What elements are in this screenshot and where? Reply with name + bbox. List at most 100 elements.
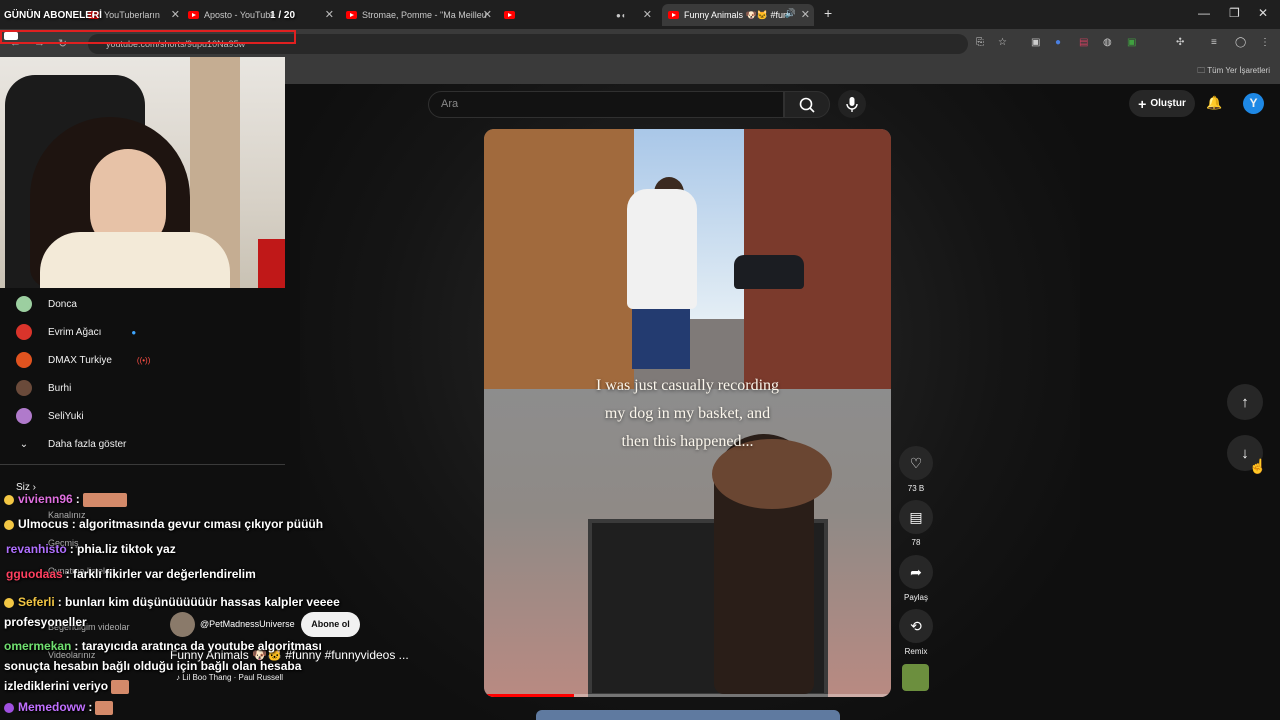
close-tab-icon[interactable]: ✕ — [643, 8, 652, 21]
search-icon — [799, 97, 815, 113]
like-icon[interactable]: ♡ — [899, 446, 933, 480]
tab-aposto[interactable]: Aposto - YouTube ✕ — [188, 4, 338, 26]
close-window-button[interactable]: ✕ — [1258, 6, 1268, 20]
chat-message: Ulmocus: algoritmasında gevur cıması çık… — [4, 517, 323, 531]
badge-icon — [4, 519, 14, 530]
close-tab-icon[interactable]: ✕ — [801, 8, 810, 21]
sidebar-item-donca[interactable]: Donca — [0, 290, 285, 318]
user-avatar[interactable]: Y — [1243, 93, 1264, 114]
extensions-puzzle-icon[interactable]: ✣ — [1176, 37, 1184, 48]
sidebar-item-dmax-turkiye[interactable]: DMAX Turkiye ((•)) — [0, 346, 285, 374]
create-button[interactable]: + Oluştur — [1129, 90, 1195, 117]
plus-icon: + — [1138, 95, 1147, 112]
arrow-down-icon: ↓ — [1241, 444, 1249, 462]
tab-youtube-blank[interactable] — [504, 4, 528, 26]
profile-icon[interactable]: ◯ — [1235, 37, 1246, 48]
channel-avatar — [16, 324, 32, 340]
video-progress-bar[interactable] — [484, 694, 891, 697]
channel-name: DMAX Turkiye — [48, 354, 112, 366]
browser-tab-bar: YouTuberların ✕ Aposto - YouTube ✕ Strom… — [0, 0, 1280, 29]
subscribers-of-day-title: GÜNÜN ABONELERİ — [4, 10, 102, 21]
media-control-icon[interactable]: ≡ — [1211, 37, 1217, 48]
chat-username: Memedoww — [18, 700, 86, 714]
create-label: Oluştur — [1150, 98, 1186, 109]
sidebar-item-evrim-agaci[interactable]: Evrim Ağacı ● — [0, 318, 285, 346]
tab-label: Stromae, Pomme - "Ma Meilleu — [362, 10, 487, 20]
short-video-player[interactable]: I was just casually recording my dog in … — [484, 129, 891, 697]
webcam-shirt — [40, 232, 230, 288]
chat-message: Memedoww: — [4, 700, 114, 715]
badge-icon — [4, 494, 14, 505]
channel-avatar — [16, 352, 32, 368]
youtube-icon — [188, 11, 199, 19]
chat-message: Seferli: bunları kim düşünüüüüüür hassas… — [4, 592, 374, 632]
extension-icon[interactable]: ▣ — [1127, 37, 1136, 48]
share-icon[interactable]: ➦ — [899, 555, 933, 589]
share-label: Paylaş — [903, 593, 928, 602]
sidebar-item-seliyuki[interactable]: SeliYuki — [0, 402, 285, 430]
subscribers-counter: 1 / 20 — [270, 10, 296, 21]
sidebar-item-burhi[interactable]: Burhi — [0, 374, 285, 402]
extension-icon[interactable]: ● — [1055, 37, 1061, 48]
show-more-button[interactable]: ⌄ Daha fazla göster — [0, 430, 285, 458]
caption-line: then this happened... — [621, 433, 754, 450]
caption-line: my dog in my basket, and — [604, 405, 771, 422]
extension-icon[interactable]: ◍ — [1103, 37, 1112, 48]
maximize-button[interactable]: ❐ — [1229, 6, 1240, 20]
tab-label: YouTuberların — [104, 10, 160, 20]
search-input[interactable]: Ara — [428, 91, 784, 118]
emote-icon — [111, 679, 130, 694]
video-cyclist-legs — [632, 309, 690, 369]
subscriptions-list: Donca Evrim Ağacı ● DMAX Turkiye ((•)) B… — [0, 290, 285, 458]
tab-youtuberlar[interactable]: YouTuberların ✕ — [88, 4, 184, 26]
next-short-preview[interactable] — [536, 710, 840, 720]
comments-action[interactable]: ▤ 78 — [898, 500, 934, 547]
tab-funny-animals[interactable]: Funny Animals 🐶🐱 #fun 🔊 ✕ — [662, 4, 814, 26]
bookmark-star-icon[interactable]: ☆ — [998, 37, 1007, 48]
emote-icon — [82, 492, 127, 507]
notifications-bell-icon[interactable]: 🔔 — [1206, 95, 1222, 111]
audio-icon[interactable]: 🔊 — [785, 8, 796, 19]
video-caption: I was just casually recording my dog in … — [484, 372, 891, 456]
video-progress-fill — [484, 694, 574, 697]
youtube-icon — [504, 11, 515, 19]
like-count: 73 B — [907, 484, 925, 493]
comment-count: 78 — [911, 538, 921, 547]
chat-text: : phia.liz tiktok yaz — [69, 542, 176, 556]
menu-icon[interactable]: ⋮ — [1260, 37, 1270, 48]
new-tab-button[interactable]: + — [824, 5, 832, 21]
search-button[interactable] — [784, 91, 830, 118]
remix-icon[interactable]: ⟲ — [899, 609, 933, 643]
chat-username: vivienn96 — [18, 492, 73, 506]
all-bookmarks-button[interactable]: 🗀 Tüm Yer İşaretleri — [1197, 65, 1270, 79]
sound-thumbnail[interactable] — [902, 664, 929, 691]
chevron-down-icon: ⌄ — [19, 438, 29, 450]
voice-search-button[interactable] — [838, 90, 866, 118]
chat-username: omermekan — [4, 639, 72, 653]
caption-line: I was just casually recording — [595, 377, 780, 394]
video-car — [734, 255, 804, 289]
tab-collapsed[interactable]: ●◖ ✕ — [616, 4, 656, 26]
close-tab-icon[interactable]: ✕ — [483, 8, 492, 21]
remix-action[interactable]: ⟲ Remix — [898, 609, 934, 656]
channel-name: SeliYuki — [48, 410, 84, 422]
new-content-dot-icon: ● — [131, 327, 137, 337]
emote-icon — [95, 700, 114, 715]
folder-icon: 🗀 — [1197, 66, 1208, 75]
tab-stromae[interactable]: Stromae, Pomme - "Ma Meilleu ✕ — [346, 4, 496, 26]
extension-icon[interactable]: ▤ — [1079, 37, 1088, 48]
video-building-left — [484, 129, 634, 399]
like-action[interactable]: ♡ 73 B — [898, 446, 934, 493]
chat-username: Ulmocus — [18, 517, 69, 531]
search-placeholder: Ara — [441, 98, 459, 110]
comment-icon[interactable]: ▤ — [899, 500, 933, 534]
install-app-icon[interactable]: ⎘ — [976, 37, 984, 48]
share-action[interactable]: ➦ Paylaş — [898, 555, 934, 602]
close-tab-icon[interactable]: ✕ — [171, 8, 180, 21]
youtube-icon — [346, 11, 357, 19]
mouse-cursor-icon: ☝ — [1249, 458, 1267, 474]
minimize-button[interactable]: — — [1198, 6, 1210, 20]
extension-icon[interactable]: ▣ — [1031, 37, 1040, 48]
close-tab-icon[interactable]: ✕ — [325, 8, 334, 21]
previous-short-button[interactable]: ↑ — [1227, 384, 1263, 420]
